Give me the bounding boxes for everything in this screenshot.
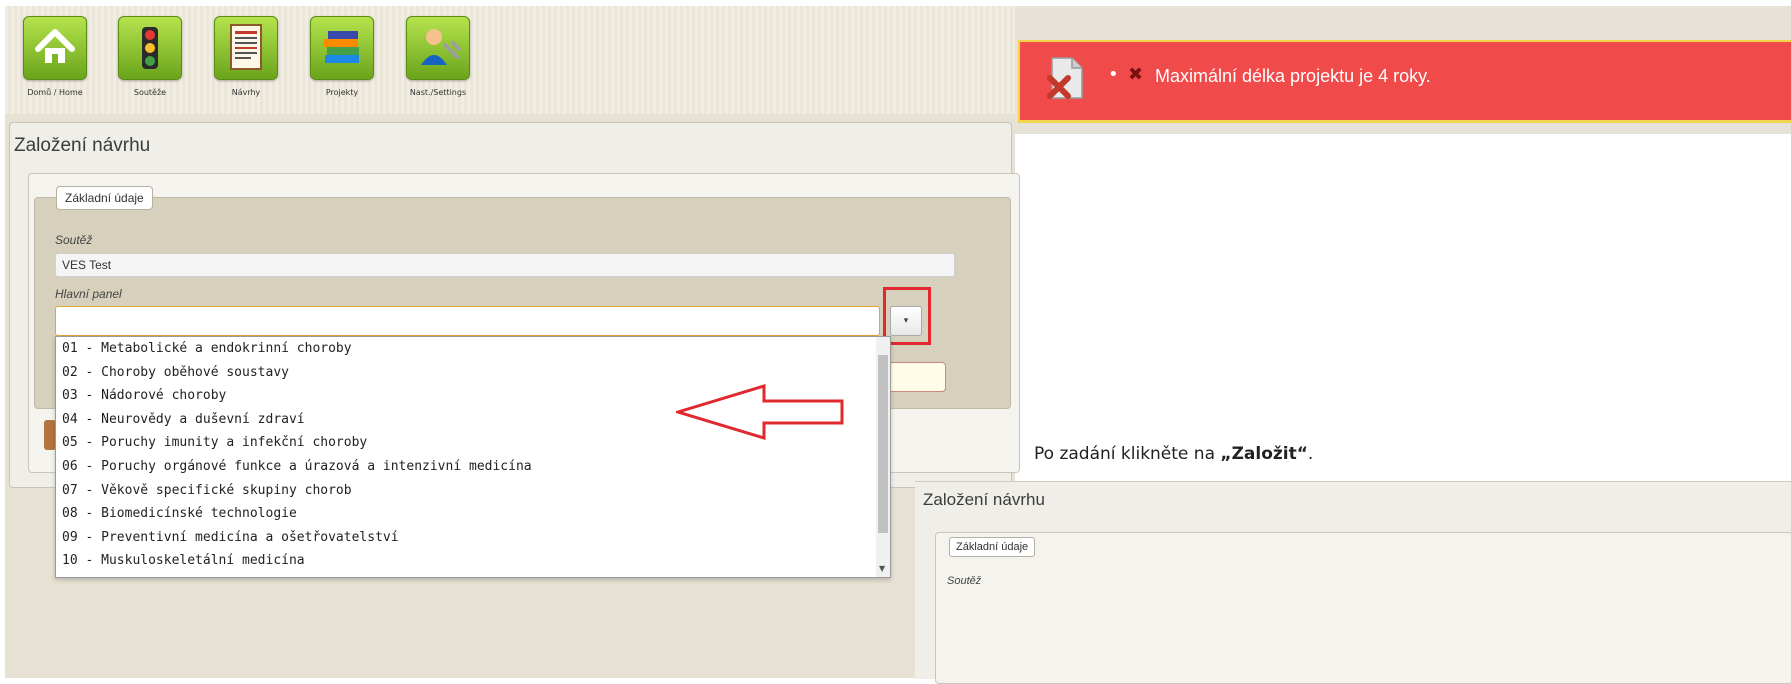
document-icon xyxy=(214,16,278,80)
dropdown-option[interactable]: 02 - Choroby oběhové soustavy xyxy=(56,361,890,385)
nav-proposals[interactable]: Návrhy xyxy=(206,16,286,97)
second-competition-label: Soutěž xyxy=(947,575,982,587)
second-page-title: Založení návrhu xyxy=(923,490,1045,509)
second-form-screenshot: Založení návrhu Základní údaje Soutěž xyxy=(915,481,1791,684)
instruction-text: Po zadání klikněte na „Založit“. xyxy=(1034,444,1313,464)
instruction-prefix: Po zadání klikněte na xyxy=(1034,444,1221,464)
fieldset-legend: Základní údaje xyxy=(56,186,153,210)
error-x-icon: ✖ xyxy=(1128,64,1144,85)
competition-label: Soutěž xyxy=(55,233,93,247)
books-icon xyxy=(310,16,374,80)
left-arrow-icon xyxy=(676,383,844,441)
instruction-suffix: . xyxy=(1307,444,1314,464)
nav-settings[interactable]: Nast./Settings xyxy=(398,16,478,97)
instruction-bold: „Založit“ xyxy=(1220,444,1308,464)
dropdown-option[interactable]: 10 - Muskuloskeletální medicína xyxy=(56,549,890,573)
nav-proposals-label: Návrhy xyxy=(231,88,261,97)
scroll-down-arrow-icon[interactable]: ▼ xyxy=(879,564,885,573)
error-message: Maximální délka projektu je 4 roky. xyxy=(1155,66,1431,86)
home-icon xyxy=(23,16,87,80)
main-panel-dropdown-list: 01 - Metabolické a endokrinní choroby 02… xyxy=(55,336,891,578)
second-fieldset-legend: Základní údaje xyxy=(949,537,1036,557)
dropdown-option[interactable]: 01 - Metabolické a endokrinní choroby xyxy=(56,337,890,361)
nav-home-label: Domů / Home xyxy=(27,88,83,97)
nav-settings-label: Nast./Settings xyxy=(409,88,467,97)
banner-bullet: • xyxy=(1108,64,1119,85)
dropdown-option[interactable]: 06 - Poruchy orgánové funkce a úrazová a… xyxy=(56,455,890,479)
traffic-light-icon xyxy=(118,16,182,80)
dropdown-option[interactable]: 09 - Preventivní medicína a ošetřovatels… xyxy=(56,526,890,550)
secondary-input[interactable] xyxy=(888,362,946,392)
competition-field: VES Test xyxy=(55,253,955,277)
nav-projects[interactable]: Projekty xyxy=(302,16,382,97)
user-wrench-icon xyxy=(406,16,470,80)
dropdown-scrollbar[interactable]: ▼ xyxy=(876,337,890,577)
second-fieldset xyxy=(935,532,1791,684)
file-error-icon xyxy=(1046,56,1086,104)
dropdown-option[interactable]: 07 - Věkově specifické skupiny chorob xyxy=(56,479,890,503)
main-panel-combobox[interactable] xyxy=(55,306,880,336)
nav-competitions[interactable]: Soutěže xyxy=(110,16,190,97)
top-navigation: Domů / Home Soutěže Návrhy Projekty Nast… xyxy=(5,6,1015,114)
error-banner: • ✖ Maximální délka projektu je 4 roky. xyxy=(1018,40,1791,123)
nav-home[interactable]: Domů / Home xyxy=(15,16,95,97)
nav-projects-label: Projekty xyxy=(325,88,359,97)
scrollbar-thumb[interactable] xyxy=(878,355,888,533)
page-title: Založení návrhu xyxy=(14,135,151,156)
nav-competitions-label: Soutěže xyxy=(133,88,167,97)
main-panel-label: Hlavní panel xyxy=(55,287,122,301)
dropdown-option[interactable]: 08 - Biomedicínské technologie xyxy=(56,502,890,526)
